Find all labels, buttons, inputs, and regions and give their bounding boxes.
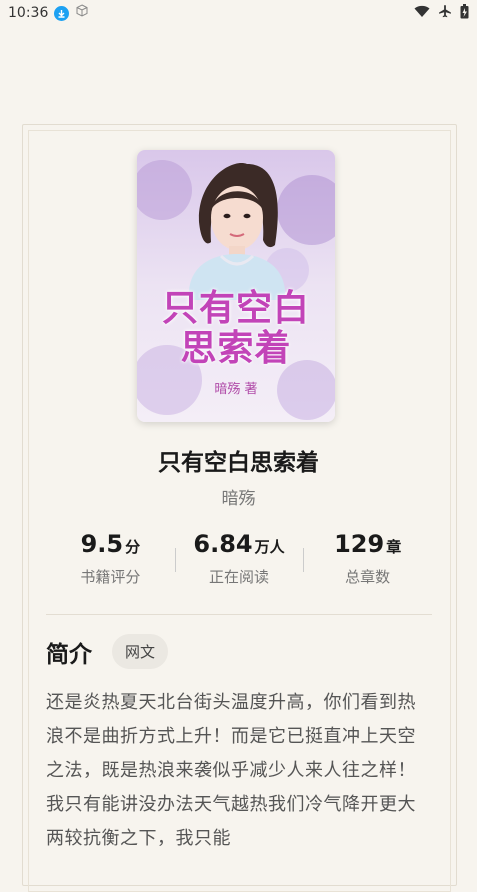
status-right <box>414 3 469 23</box>
stat-readers-unit: 万人 <box>254 538 285 556</box>
book-author[interactable]: 暗殇 <box>0 484 477 509</box>
intro-text[interactable]: 还是炎热夏天北台街头温度升高，你们看到热浪不是曲折方式上升！而是它已挺直冲上天空… <box>46 686 426 856</box>
wifi-icon <box>414 5 430 22</box>
cover-author: 暗殇 著 <box>214 382 258 397</box>
stat-rating-value: 9.5 <box>80 530 124 558</box>
download-icon <box>54 5 70 21</box>
stat-chapters-label: 总章数 <box>345 568 391 586</box>
status-left: 10:36 <box>8 4 89 22</box>
cover-title-line1: 只有空白 <box>161 287 310 329</box>
cover-title-line2: 思索着 <box>180 327 292 369</box>
stat-readers-value: 6.84 <box>193 530 253 558</box>
cover-title: 只有空白 思索着 <box>137 288 335 368</box>
book-cover[interactable]: 只有空白 思索着 暗殇 著 <box>137 150 335 422</box>
stat-rating: 9.5 分 书籍评分 <box>46 530 175 594</box>
intro-heading: 简介 <box>46 641 92 668</box>
book-title: 只有空白思索着 <box>158 450 319 476</box>
stat-readers-label: 正在阅读 <box>209 568 270 586</box>
section-divider <box>46 614 432 615</box>
stat-rating-label: 书籍评分 <box>80 568 141 586</box>
stat-chapters-value: 129 <box>334 530 385 558</box>
battery-icon <box>460 3 469 23</box>
intro-header: 简介 网文 <box>46 634 169 669</box>
status-bar: 10:36 <box>0 0 477 26</box>
book-stats: 9.5 分 书籍评分 6.84 万人 正在阅读 129 章 总章数 <box>46 530 432 594</box>
stat-rating-unit: 分 <box>125 538 141 556</box>
status-time: 10:36 <box>8 5 49 21</box>
genre-tag[interactable]: 网文 <box>112 634 169 669</box>
stat-chapters-unit: 章 <box>386 538 402 556</box>
cube-icon <box>75 4 89 22</box>
stat-readers: 6.84 万人 正在阅读 <box>174 530 304 594</box>
stat-chapters: 129 章 总章数 <box>303 530 432 594</box>
airplane-icon <box>438 4 452 22</box>
